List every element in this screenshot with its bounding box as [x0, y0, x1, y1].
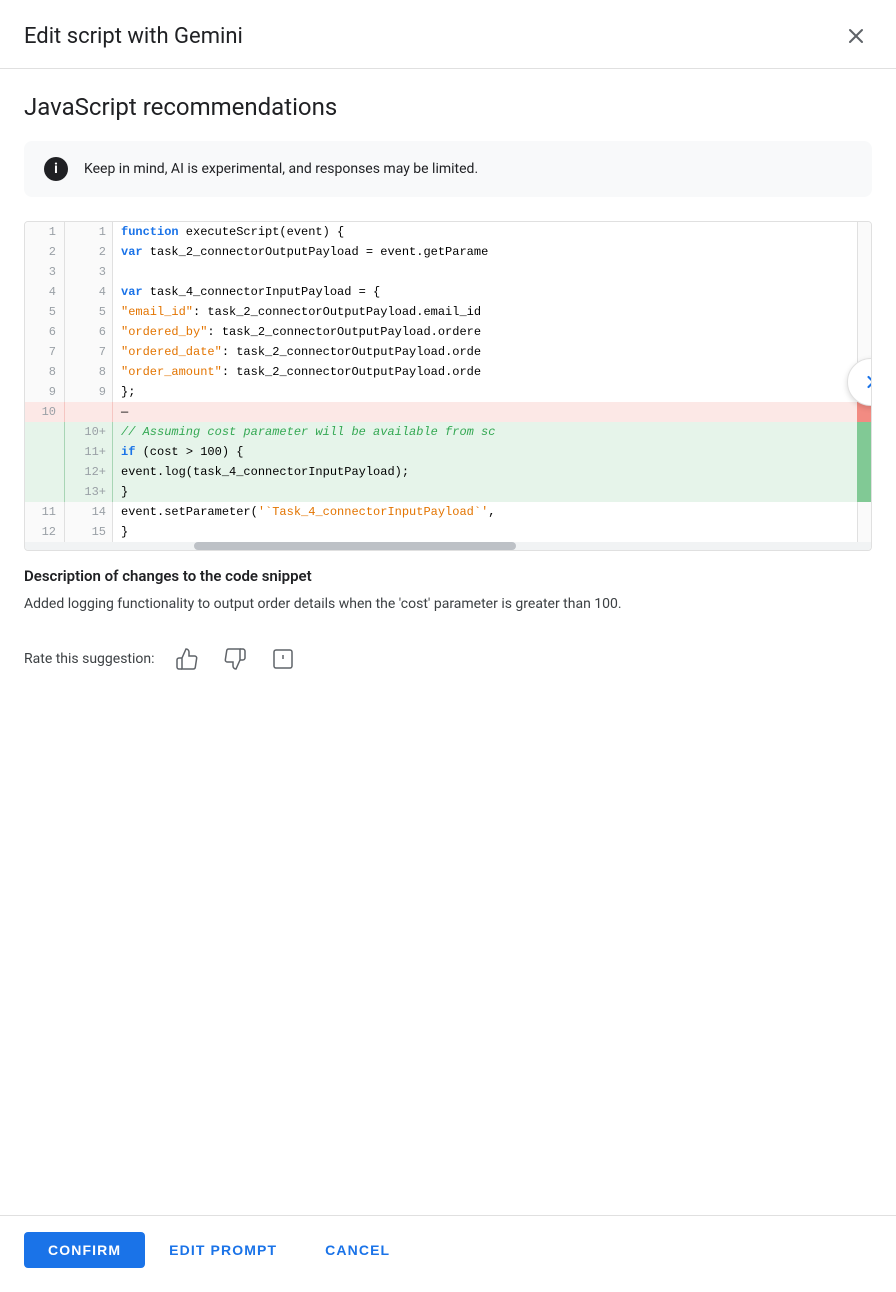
- diff-row: 4 4 var task_4_connectorInputPayload = {: [25, 282, 871, 302]
- minimap-added: [857, 422, 871, 502]
- dialog: Edit script with Gemini JavaScript recom…: [0, 0, 896, 1292]
- thumbs-down-button[interactable]: [219, 643, 251, 675]
- rating-section: Rate this suggestion:: [24, 623, 872, 691]
- dialog-title: Edit script with Gemini: [24, 24, 243, 49]
- diff-row-added: 12+ event.log(task_4_connectorInputPaylo…: [25, 462, 871, 482]
- diff-row: 12 15 }: [25, 522, 871, 542]
- flag-button[interactable]: [267, 643, 299, 675]
- diff-row: 6 6 "ordered_by": task_2_connectorOutput…: [25, 322, 871, 342]
- diff-row: 5 5 "email_id": task_2_connectorOutputPa…: [25, 302, 871, 322]
- confirm-button[interactable]: CONFIRM: [24, 1232, 145, 1268]
- diff-row: 7 7 "ordered_date": task_2_connectorOutp…: [25, 342, 871, 362]
- info-text: Keep in mind, AI is experimental, and re…: [84, 161, 478, 177]
- description-title: Description of changes to the code snipp…: [24, 567, 872, 585]
- diff-row: 3 3: [25, 262, 871, 282]
- info-banner: i Keep in mind, AI is experimental, and …: [24, 141, 872, 197]
- info-icon: i: [44, 157, 68, 181]
- horizontal-scrollbar[interactable]: [25, 542, 871, 550]
- description-section: Description of changes to the code snipp…: [24, 551, 872, 623]
- section-title: JavaScript recommendations: [24, 93, 872, 121]
- diff-row: 2 2 var task_2_connectorOutputPayload = …: [25, 242, 871, 262]
- diff-row: 8 8 "order_amount": task_2_connectorOutp…: [25, 362, 871, 382]
- close-button[interactable]: [840, 20, 872, 52]
- cancel-button[interactable]: CANCEL: [301, 1232, 414, 1268]
- diff-row: 11 14 event.setParameter('`Task_4_connec…: [25, 502, 871, 522]
- edit-prompt-button[interactable]: EDIT PROMPT: [145, 1232, 301, 1268]
- scrollbar-thumb: [194, 542, 515, 550]
- diff-row-removed: 10 —: [25, 402, 871, 422]
- thumbs-up-button[interactable]: [171, 643, 203, 675]
- rating-label: Rate this suggestion:: [24, 651, 155, 667]
- dialog-header: Edit script with Gemini: [0, 0, 896, 69]
- diff-row: 9 9 };: [25, 382, 871, 402]
- diff-row-added: 10+ // Assuming cost parameter will be a…: [25, 422, 871, 442]
- dialog-footer: CONFIRM EDIT PROMPT CANCEL: [0, 1215, 896, 1292]
- dialog-body: JavaScript recommendations i Keep in min…: [0, 69, 896, 1215]
- description-text: Added logging functionality to output or…: [24, 593, 872, 615]
- diff-row-added: 13+ }: [25, 482, 871, 502]
- diff-row-added: 11+ if (cost > 100) {: [25, 442, 871, 462]
- diff-row: 1 1 function executeScript(event) {: [25, 222, 871, 242]
- code-diff-container: 1 1 function executeScript(event) { 2 2 …: [24, 221, 872, 551]
